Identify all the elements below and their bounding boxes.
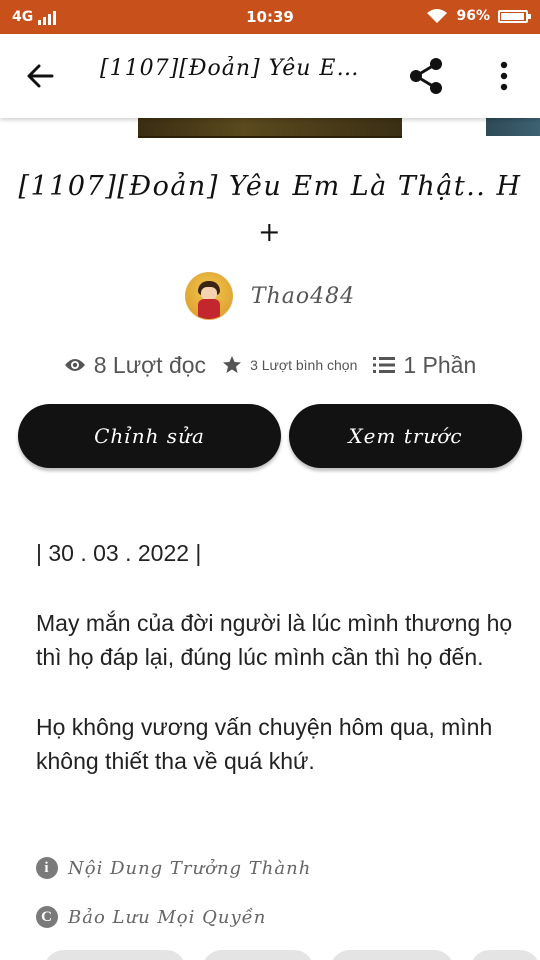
share-icon xyxy=(410,58,442,94)
reads-stat: 8 Lượt đọc xyxy=(64,352,206,379)
more-vertical-icon xyxy=(500,61,508,91)
status-bar: 4G 10:39 96% xyxy=(0,0,540,34)
description-date: | 30 . 03 . 2022 | xyxy=(36,540,202,566)
star-icon xyxy=(223,356,242,373)
app-bar: [1107][Đoản] Yêu Em ... xyxy=(0,34,540,118)
description-paragraph-1: May mắn của đời người là lúc mình thương… xyxy=(36,610,513,670)
parts-stat: 1 Phần xyxy=(373,352,476,379)
copyright-icon: C xyxy=(36,906,58,928)
battery-percent: 96% xyxy=(456,8,490,24)
story-stats: 8 Lượt đọc 3 Lượt bình chọn 1 Phần xyxy=(0,346,540,384)
votes-stat: 3 Lượt bình chọn xyxy=(222,355,357,375)
cover-image-next xyxy=(486,118,540,136)
wifi-icon xyxy=(427,9,448,23)
mature-content-row: i Nội Dung Trưởng Thành xyxy=(36,853,311,883)
author-row[interactable]: Thao484 xyxy=(0,272,540,320)
copyright-label: Bảo Lưu Mọi Quyền xyxy=(68,906,267,928)
battery-fill xyxy=(501,12,524,20)
author-name[interactable]: Thao484 xyxy=(251,284,355,309)
author-avatar[interactable] xyxy=(184,272,233,320)
edit-button[interactable]: Chỉnh sửa xyxy=(18,404,281,468)
story-description: | 30 . 03 . 2022 | May mắn của đời người… xyxy=(36,536,516,814)
tag-pill[interactable] xyxy=(202,950,314,960)
tag-pill[interactable] xyxy=(330,950,454,960)
info-icon: i xyxy=(36,857,58,879)
more-options-button[interactable] xyxy=(486,54,522,98)
list-icon xyxy=(373,357,396,373)
tag-pill[interactable] xyxy=(44,950,186,960)
status-right: 96% xyxy=(426,8,531,24)
story-title: [1107][Đoản] Yêu Em Là Thật.. H + xyxy=(18,171,522,248)
eye-icon xyxy=(64,359,85,371)
description-paragraph-2: Họ không vương vấn chuyện hôm qua, mình … xyxy=(36,714,493,774)
cover-image xyxy=(138,118,402,138)
story-details-screen: 4G 10:39 96% [1107][Đoản] Yêu Em ... [11… xyxy=(0,0,540,960)
back-button[interactable] xyxy=(18,56,62,96)
tag-pill[interactable] xyxy=(470,950,540,960)
reads-count: 8 Lượt đọc xyxy=(93,351,207,378)
mature-content-label: Nội Dung Trưởng Thành xyxy=(68,857,312,879)
parts-count: 1 Phần xyxy=(403,351,477,378)
preview-button[interactable]: Xem trước xyxy=(289,404,522,468)
share-button[interactable] xyxy=(402,54,450,98)
app-bar-title: [1107][Đoản] Yêu Em ... xyxy=(100,56,380,81)
votes-count: 3 Lượt bình chọn xyxy=(250,357,358,373)
battery-icon xyxy=(498,9,531,23)
copyright-row: C Bảo Lưu Mọi Quyền xyxy=(36,902,266,932)
arrow-left-icon xyxy=(27,64,54,88)
